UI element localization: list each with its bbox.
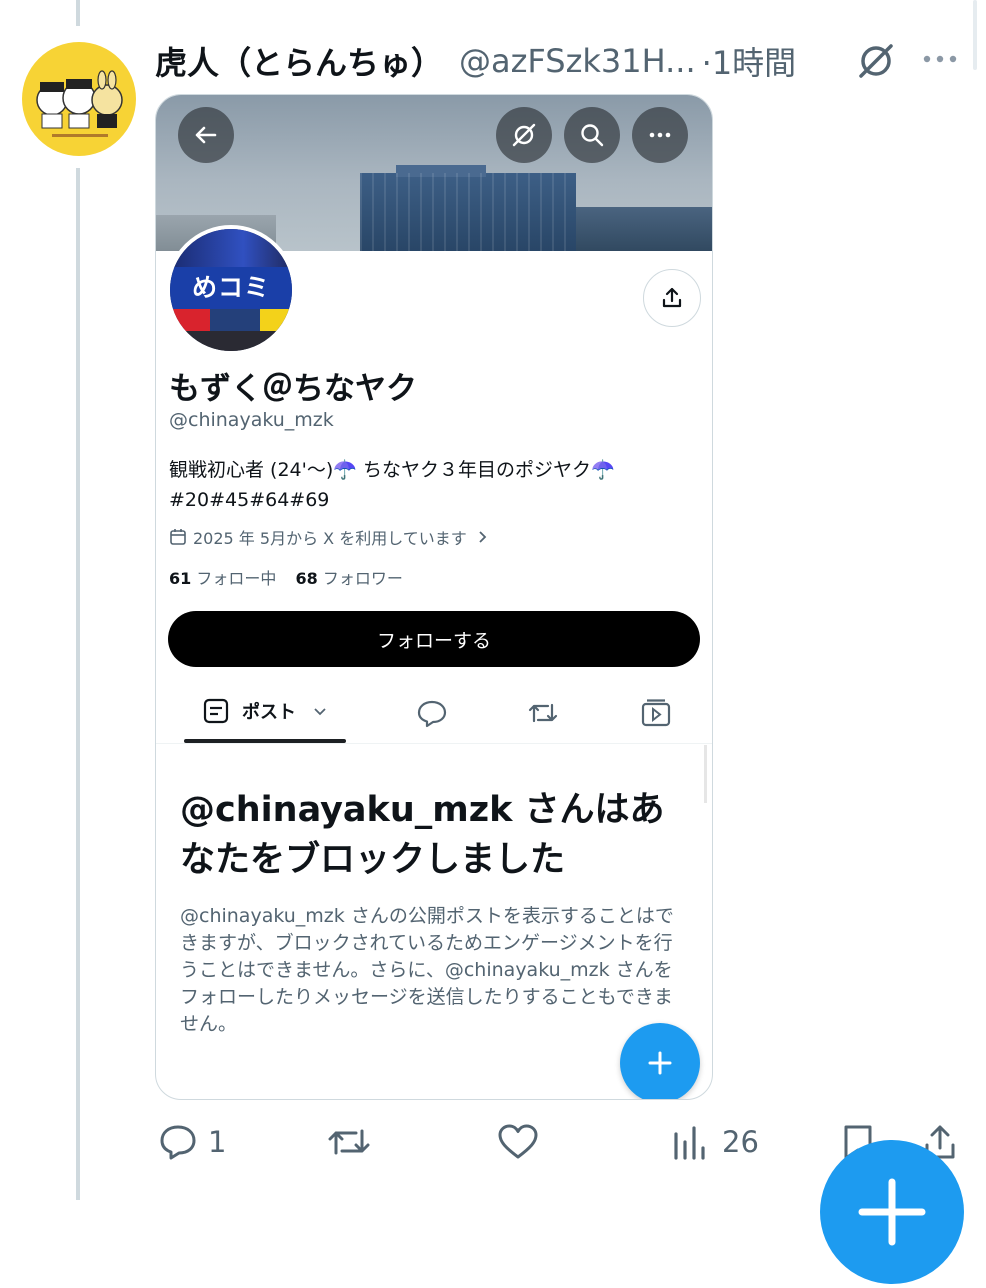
more-button[interactable] [632, 107, 688, 163]
views-count: 26 [722, 1125, 759, 1159]
grok-button[interactable] [496, 107, 552, 163]
display-name[interactable]: 虎人（とらんちゅ） [155, 38, 443, 84]
tabs-divider [156, 743, 712, 744]
following-count: 61 [169, 569, 192, 588]
views-button[interactable]: 26 [672, 1122, 759, 1162]
repost-button[interactable] [326, 1122, 372, 1162]
calendar-icon [170, 529, 186, 545]
avatar-sign-blue [210, 309, 260, 331]
blocked-description: @chinayaku_mzk さんの公開ポストを表示することはできますが、ブロッ… [180, 905, 674, 1035]
thread-line-lower [76, 168, 80, 1200]
avatar-billboard-top [170, 229, 292, 269]
plus-icon [648, 1051, 672, 1075]
followers-label: フォロワー [322, 569, 403, 588]
plus-icon [858, 1178, 926, 1246]
tab-posts[interactable]: ポスト [202, 697, 328, 725]
following-link[interactable]: 61 フォロー中 [169, 569, 276, 588]
profile-handle: @chinayaku_mzk [169, 409, 334, 431]
like-button[interactable] [496, 1122, 540, 1162]
avatar[interactable] [22, 42, 136, 156]
bio-line-1: 観戦初心者 (24'〜)☂️ ちなヤク３年目のポジヤク☂️ [169, 459, 615, 481]
bio-hashtags[interactable]: #20#45#64#69 [169, 485, 699, 515]
compose-button[interactable] [620, 1023, 700, 1099]
scroll-indicator [973, 0, 977, 70]
following-label: フォロー中 [196, 569, 277, 588]
grok-icon[interactable] [855, 40, 897, 82]
avatar-sign-bottom [170, 331, 292, 351]
profile-tabs: ポスト [156, 689, 712, 745]
more-options-icon[interactable] [920, 44, 960, 74]
banner-windows [360, 173, 576, 251]
profile-name: もずく＠ちなヤク [169, 371, 417, 407]
embedded-screenshot[interactable]: めコミ もずく＠ちなヤク @chinayaku_mzk 観戦初心者 (24'〜)… [155, 94, 713, 1100]
share-button[interactable] [643, 269, 701, 327]
media-icon [641, 699, 671, 727]
repost-icon [328, 1129, 370, 1155]
follow-stats: 61 フォロー中 68 フォロワー [169, 565, 403, 589]
chevron-right-icon [479, 531, 487, 543]
compose-fab[interactable] [820, 1140, 964, 1284]
follow-button[interactable]: フォローする [168, 611, 700, 667]
repost-icon [528, 703, 558, 723]
reply-count: 1 [208, 1125, 227, 1159]
tab-posts-label: ポスト [242, 702, 296, 723]
blocked-title: @chinayaku_mzk さんはあなたをブロックしました [180, 790, 665, 880]
profile-bio: 観戦初心者 (24'〜)☂️ ちなヤク３年目のポジヤク☂️ #20#45#64#… [169, 455, 699, 515]
more-icon [649, 132, 671, 138]
chevron-down-icon [314, 708, 326, 716]
heart-icon [498, 1124, 538, 1159]
followers-count: 68 [295, 569, 318, 588]
avatar-illustration [36, 70, 123, 137]
posts-icon [203, 698, 229, 724]
back-button[interactable] [178, 107, 234, 163]
tab-media[interactable] [640, 697, 672, 733]
avatar-billboard-text: めコミ [170, 267, 292, 309]
search-button[interactable] [564, 107, 620, 163]
avatar-sign-red [170, 309, 210, 331]
reply-button[interactable]: 1 [158, 1122, 226, 1162]
followers-link[interactable]: 68 フォロワー [295, 569, 402, 588]
joined-date[interactable]: 2025 年 5月から X を利用しています [169, 525, 489, 549]
search-icon [581, 124, 604, 147]
joined-text: 2025 年 5月から X を利用しています [193, 529, 467, 548]
avatar-sign-yellow [260, 309, 292, 331]
user-handle[interactable]: @azFSzk31H... [459, 42, 696, 80]
banner-building-right [576, 207, 712, 251]
profile-avatar[interactable]: めコミ [166, 225, 296, 355]
tweet-header: 虎人（とらんちゅ） @azFSzk31H... ·1時間 [155, 36, 796, 86]
tab-replies[interactable] [416, 697, 448, 733]
grok-icon [512, 123, 536, 147]
reply-icon [160, 1125, 196, 1160]
share-icon [662, 287, 682, 308]
analytics-icon [674, 1126, 705, 1160]
back-arrow-icon [195, 126, 217, 144]
scroll-hint [704, 745, 707, 803]
thread-line [76, 0, 80, 26]
tab-reposts[interactable] [526, 697, 560, 733]
timestamp[interactable]: ·1時間 [702, 38, 797, 84]
reply-icon [417, 700, 447, 728]
